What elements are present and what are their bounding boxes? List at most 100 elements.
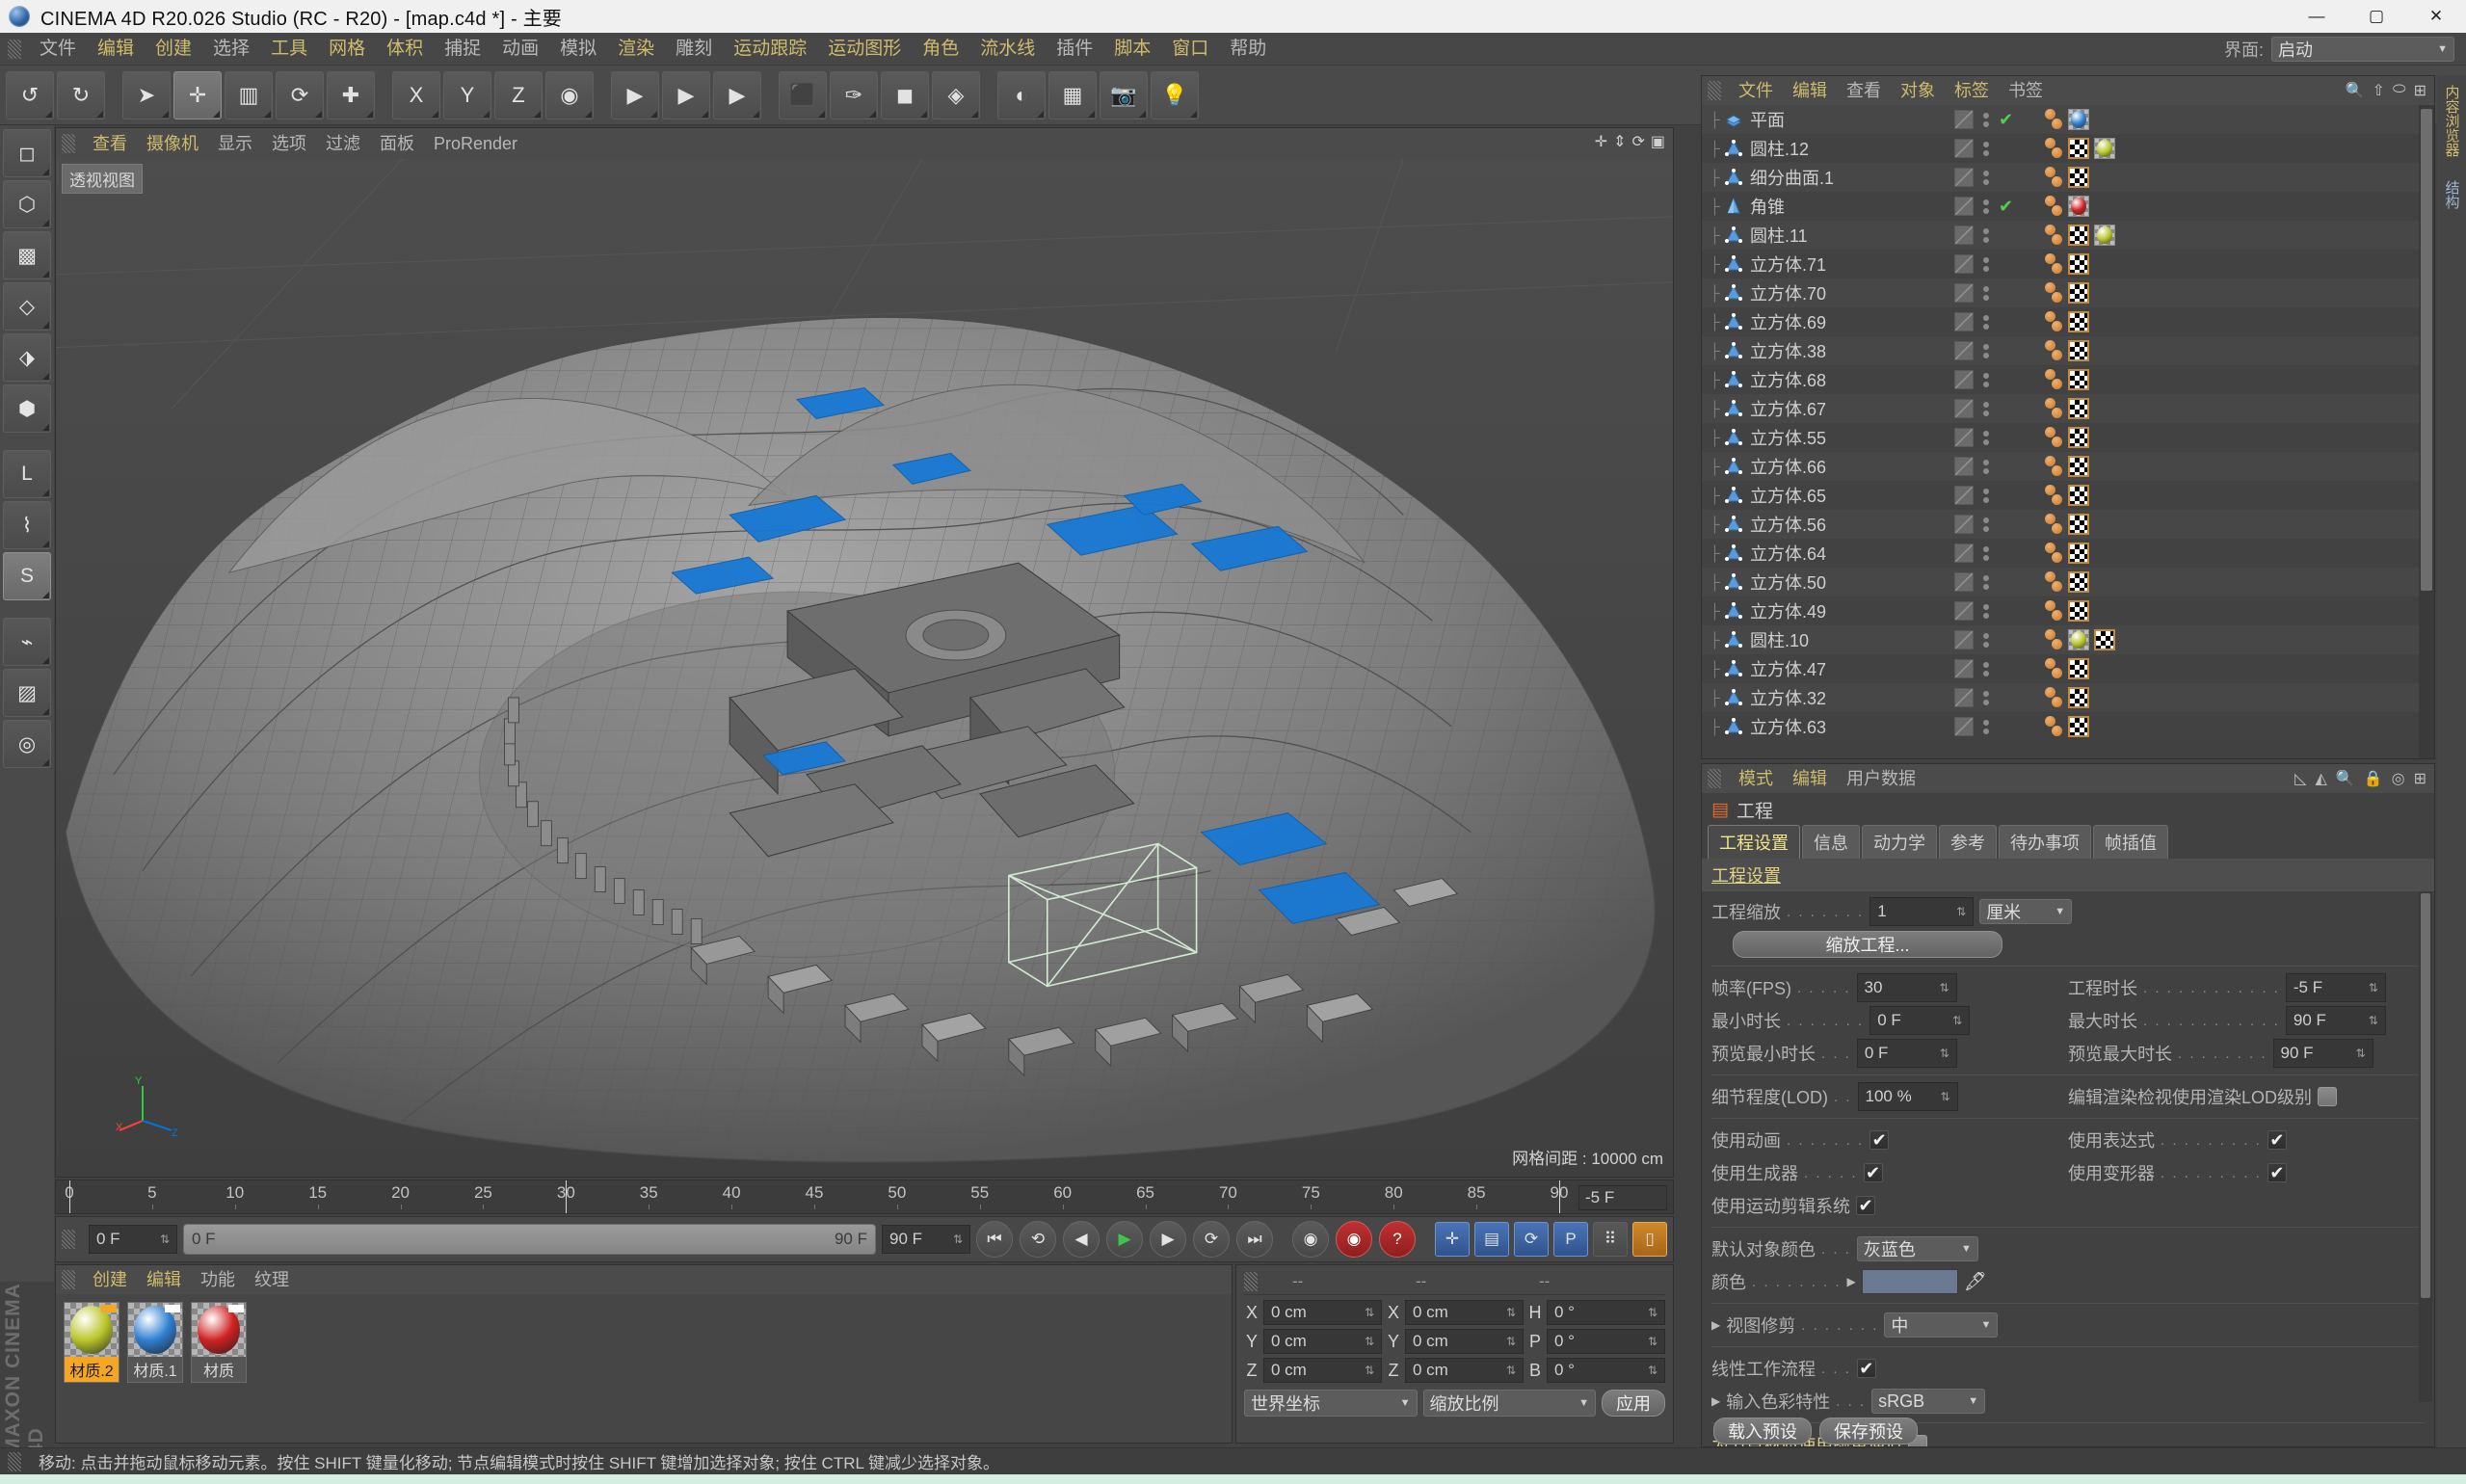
dropdown-corner-icon[interactable]: [42, 220, 49, 226]
autokeying-button[interactable]: ◉: [1336, 1221, 1372, 1258]
visibility-dots-icon[interactable]: [1983, 285, 1989, 301]
visibility-toggle-icon[interactable]: [1954, 312, 1974, 331]
timeline-range-slider[interactable]: 0 F 90 F: [183, 1224, 876, 1255]
phong-tag-icon[interactable]: [2044, 397, 2063, 420]
coordinate-field-y-0[interactable]: 0 cm ⇅: [1263, 1329, 1382, 1354]
spinner-icon[interactable]: ⇅: [1638, 1336, 1657, 1347]
menu-item-2[interactable]: 创建: [145, 33, 202, 66]
menu-item-12[interactable]: 运动跟踪: [723, 33, 817, 66]
transport-grip-handle[interactable]: [62, 1230, 75, 1249]
dropdown-corner-icon[interactable]: [42, 657, 49, 664]
material-item[interactable]: 材质.1: [127, 1302, 183, 1383]
object-enabled-check-icon[interactable]: ✔: [1999, 197, 2014, 217]
visibility-toggle-icon[interactable]: [1954, 515, 1974, 534]
dropdown-corner-icon[interactable]: [1088, 110, 1095, 118]
visibility-dots-icon[interactable]: [1983, 256, 1989, 272]
object-row[interactable]: ├ 立方体.32: [1702, 683, 2434, 712]
spinner-icon[interactable]: ⇅: [1638, 1365, 1657, 1376]
expand-arrow-icon[interactable]: ▶: [1711, 1394, 1720, 1408]
project-length-field[interactable]: -5 F ⇅: [2285, 973, 2386, 1002]
texture-tag-icon[interactable]: [2068, 571, 2089, 593]
up-arrow-icon[interactable]: ⇧: [2373, 81, 2385, 100]
visibility-dots-icon[interactable]: [1983, 459, 1989, 474]
visibility-dots-icon[interactable]: [1983, 603, 1989, 619]
visibility-toggle-icon[interactable]: [1954, 428, 1974, 447]
attributes-tab-2[interactable]: 动力学: [1862, 825, 1937, 859]
dropdown-corner-icon[interactable]: [42, 322, 49, 329]
texture-tag-icon[interactable]: [2068, 253, 2089, 275]
object-row[interactable]: ├ 圆柱.11: [1702, 221, 2434, 250]
visibility-toggle-icon[interactable]: [1954, 370, 1974, 389]
redo-button[interactable]: ↻: [57, 70, 105, 119]
object-list[interactable]: ├ 平面 ✔ ├ 圆柱.12 ├ 细分曲面.1 ├ 角锥 ✔ ├ 圆柱.11 ├ 立方体.71 ├ 立方体.7…: [1702, 105, 2434, 758]
record-active-objects-button[interactable]: ◉: [1292, 1221, 1329, 1258]
dropdown-corner-icon[interactable]: [920, 110, 927, 118]
phong-tag-icon[interactable]: [2044, 166, 2063, 189]
menu-item-9[interactable]: 模拟: [549, 33, 607, 66]
spinner-icon[interactable]: ⇅: [1930, 1047, 1949, 1059]
visibility-dots-icon[interactable]: [1983, 112, 1989, 127]
object-menu-5[interactable]: 书签: [1999, 76, 2053, 105]
visibility-toggle-icon[interactable]: [1954, 110, 1974, 129]
pan-icon[interactable]: ✛: [1595, 132, 1607, 151]
object-row[interactable]: ├ 立方体.67: [1702, 394, 2434, 423]
rotation-key-button[interactable]: ⟳: [1514, 1222, 1549, 1257]
spinner-icon[interactable]: ⇅: [1943, 1015, 1962, 1026]
viewport-grip-handle[interactable]: [62, 134, 75, 153]
keyframe-selection-button[interactable]: ?: [1379, 1221, 1416, 1258]
default-object-color-dropdown[interactable]: 灰蓝色 ▼: [1856, 1236, 1978, 1261]
attributes-tab-5[interactable]: 帧插值: [2093, 825, 2168, 859]
material-item[interactable]: 材质.2: [64, 1302, 119, 1383]
menu-item-15[interactable]: 流水线: [969, 33, 1046, 66]
visibility-dots-icon[interactable]: [1983, 227, 1989, 243]
coordinate-system-dropdown[interactable]: 世界坐标 ▼: [1244, 1390, 1418, 1417]
interpolation-icon[interactable]: ◺: [2294, 769, 2306, 788]
phong-tag-icon[interactable]: [2044, 715, 2063, 738]
texture-tag-icon[interactable]: [2068, 427, 2089, 448]
menu-item-4[interactable]: 工具: [260, 33, 318, 66]
workplane-button[interactable]: ▨: [3, 669, 51, 717]
dropdown-corner-icon[interactable]: [42, 424, 49, 431]
viewport-menu-5[interactable]: 面板: [370, 128, 424, 159]
phong-tag-icon[interactable]: [2044, 599, 2063, 623]
spinner-icon[interactable]: ⇅: [1355, 1307, 1374, 1318]
phong-tag-icon[interactable]: [2044, 628, 2063, 651]
panel-icon[interactable]: ⊞: [2414, 769, 2426, 788]
texture-tag-icon[interactable]: [2068, 311, 2089, 332]
phong-tag-icon[interactable]: [2044, 195, 2063, 218]
spinner-icon[interactable]: ⇅: [1355, 1365, 1374, 1376]
timeline-playhead[interactable]: [566, 1180, 568, 1213]
render-lod-checkbox[interactable]: ✔: [2318, 1087, 2338, 1106]
object-menu-4[interactable]: 标签: [1945, 76, 1999, 105]
input-color-dropdown[interactable]: sRGB ▼: [1871, 1389, 1986, 1414]
visibility-dots-icon[interactable]: [1983, 343, 1989, 358]
attributes-menu-1[interactable]: 编辑: [1783, 764, 1837, 793]
texture-tag-icon[interactable]: [2068, 543, 2089, 564]
viewport-menu-0[interactable]: 查看: [83, 128, 137, 159]
visibility-dots-icon[interactable]: [1983, 690, 1989, 705]
target-icon[interactable]: ◎: [2392, 769, 2405, 788]
attributes-tab-3[interactable]: 参考: [1939, 825, 1997, 859]
scale-key-button[interactable]: ▤: [1474, 1222, 1509, 1257]
object-row[interactable]: ├ 角锥 ✔: [1702, 192, 2434, 221]
dropdown-corner-icon[interactable]: [971, 110, 978, 118]
status-grip-handle[interactable]: [8, 1451, 21, 1471]
cube-primitive-button[interactable]: ⬛: [779, 70, 827, 119]
next-frame-button[interactable]: ▶: [1150, 1221, 1186, 1258]
viewport-menu-2[interactable]: 显示: [208, 128, 262, 159]
object-row[interactable]: ├ 立方体.66: [1702, 452, 2434, 481]
menu-item-10[interactable]: 渲染: [607, 33, 665, 66]
texture-tag-icon[interactable]: [2068, 340, 2089, 361]
coordinate-field-p-2[interactable]: 0 ° ⇅: [1547, 1329, 1665, 1354]
scrollbar-thumb[interactable]: [2421, 109, 2432, 591]
play-forward-button[interactable]: ▶: [1106, 1221, 1143, 1258]
maximize-button[interactable]: ▢: [2347, 0, 2406, 33]
texture-tag-icon[interactable]: [2068, 225, 2089, 246]
floor-button[interactable]: ▦: [1048, 70, 1097, 119]
visibility-toggle-icon[interactable]: [1954, 457, 1974, 476]
lod-field[interactable]: 100 % ⇅: [1857, 1082, 1958, 1111]
interface-dropdown[interactable]: 启动 ▼: [2271, 36, 2454, 62]
dropdown-corner-icon[interactable]: [650, 110, 657, 118]
param-key-button[interactable]: P: [1553, 1222, 1588, 1257]
dropdown-corner-icon[interactable]: [42, 708, 49, 715]
